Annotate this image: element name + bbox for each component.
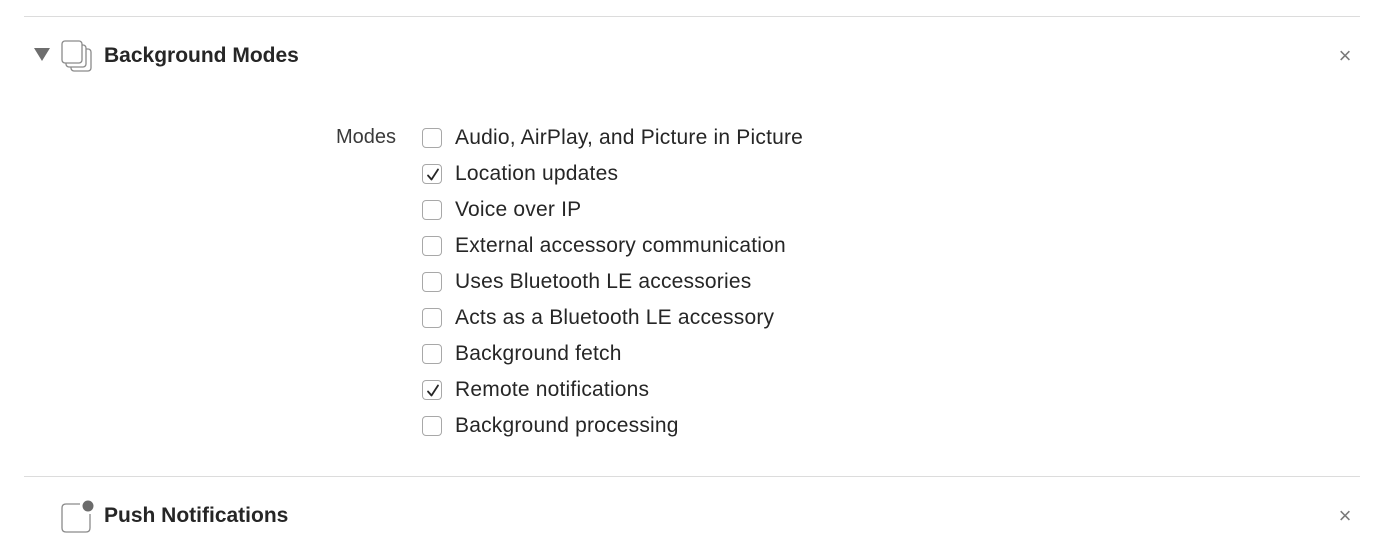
mode-label-location-updates[interactable]: Location updates (455, 162, 618, 186)
mode-label-voip[interactable]: Voice over IP (455, 198, 581, 222)
push-notifications-header: Push Notifications × (24, 496, 1360, 536)
mode-item-voip: Voice over IP (422, 192, 803, 228)
mode-label-bluetooth-central[interactable]: Uses Bluetooth LE accessories (455, 270, 751, 294)
mode-checkbox-bluetooth-central[interactable] (422, 272, 442, 292)
mode-checkbox-location-updates[interactable] (422, 164, 442, 184)
push-notifications-icon (61, 500, 94, 533)
push-notifications-close-button[interactable]: × (1334, 505, 1356, 527)
mode-item-background-processing: Background processing (422, 408, 803, 444)
background-modes-header: Background Modes × (24, 36, 1360, 76)
push-notifications-title: Push Notifications (104, 504, 289, 527)
background-modes-title: Background Modes (104, 44, 299, 67)
mode-label-bluetooth-peripheral[interactable]: Acts as a Bluetooth LE accessory (455, 306, 774, 330)
mode-label-audio[interactable]: Audio, AirPlay, and Picture in Picture (455, 126, 803, 150)
mode-label-background-processing[interactable]: Background processing (455, 414, 679, 438)
mode-label-background-fetch[interactable]: Background fetch (455, 342, 622, 366)
mode-item-location-updates: Location updates (422, 156, 803, 192)
top-divider (24, 16, 1360, 17)
mode-checkbox-background-processing[interactable] (422, 416, 442, 436)
mode-checkbox-remote-notifications[interactable] (422, 380, 442, 400)
mode-checkbox-bluetooth-peripheral[interactable] (422, 308, 442, 328)
disclosure-triangle-icon[interactable] (34, 48, 50, 61)
mode-checkbox-external-accessory[interactable] (422, 236, 442, 256)
mode-item-external-accessory: External accessory communication (422, 228, 803, 264)
mode-checkbox-audio[interactable] (422, 128, 442, 148)
background-modes-close-button[interactable]: × (1334, 45, 1356, 67)
mode-item-audio: Audio, AirPlay, and Picture in Picture (422, 120, 803, 156)
mode-item-bluetooth-peripheral: Acts as a Bluetooth LE accessory (422, 300, 803, 336)
modes-list: Audio, AirPlay, and Picture in Picture L… (422, 120, 803, 444)
mode-checkbox-background-fetch[interactable] (422, 344, 442, 364)
section-divider (24, 476, 1360, 477)
background-modes-icon (61, 40, 92, 72)
mode-checkbox-voip[interactable] (422, 200, 442, 220)
modes-label: Modes (336, 126, 397, 148)
checkmark-icon (427, 168, 439, 181)
mode-item-remote-notifications: Remote notifications (422, 372, 803, 408)
mode-label-remote-notifications[interactable]: Remote notifications (455, 378, 649, 402)
checkmark-icon (427, 384, 439, 397)
mode-item-bluetooth-central: Uses Bluetooth LE accessories (422, 264, 803, 300)
mode-item-background-fetch: Background fetch (422, 336, 803, 372)
mode-label-external-accessory[interactable]: External accessory communication (455, 234, 786, 258)
